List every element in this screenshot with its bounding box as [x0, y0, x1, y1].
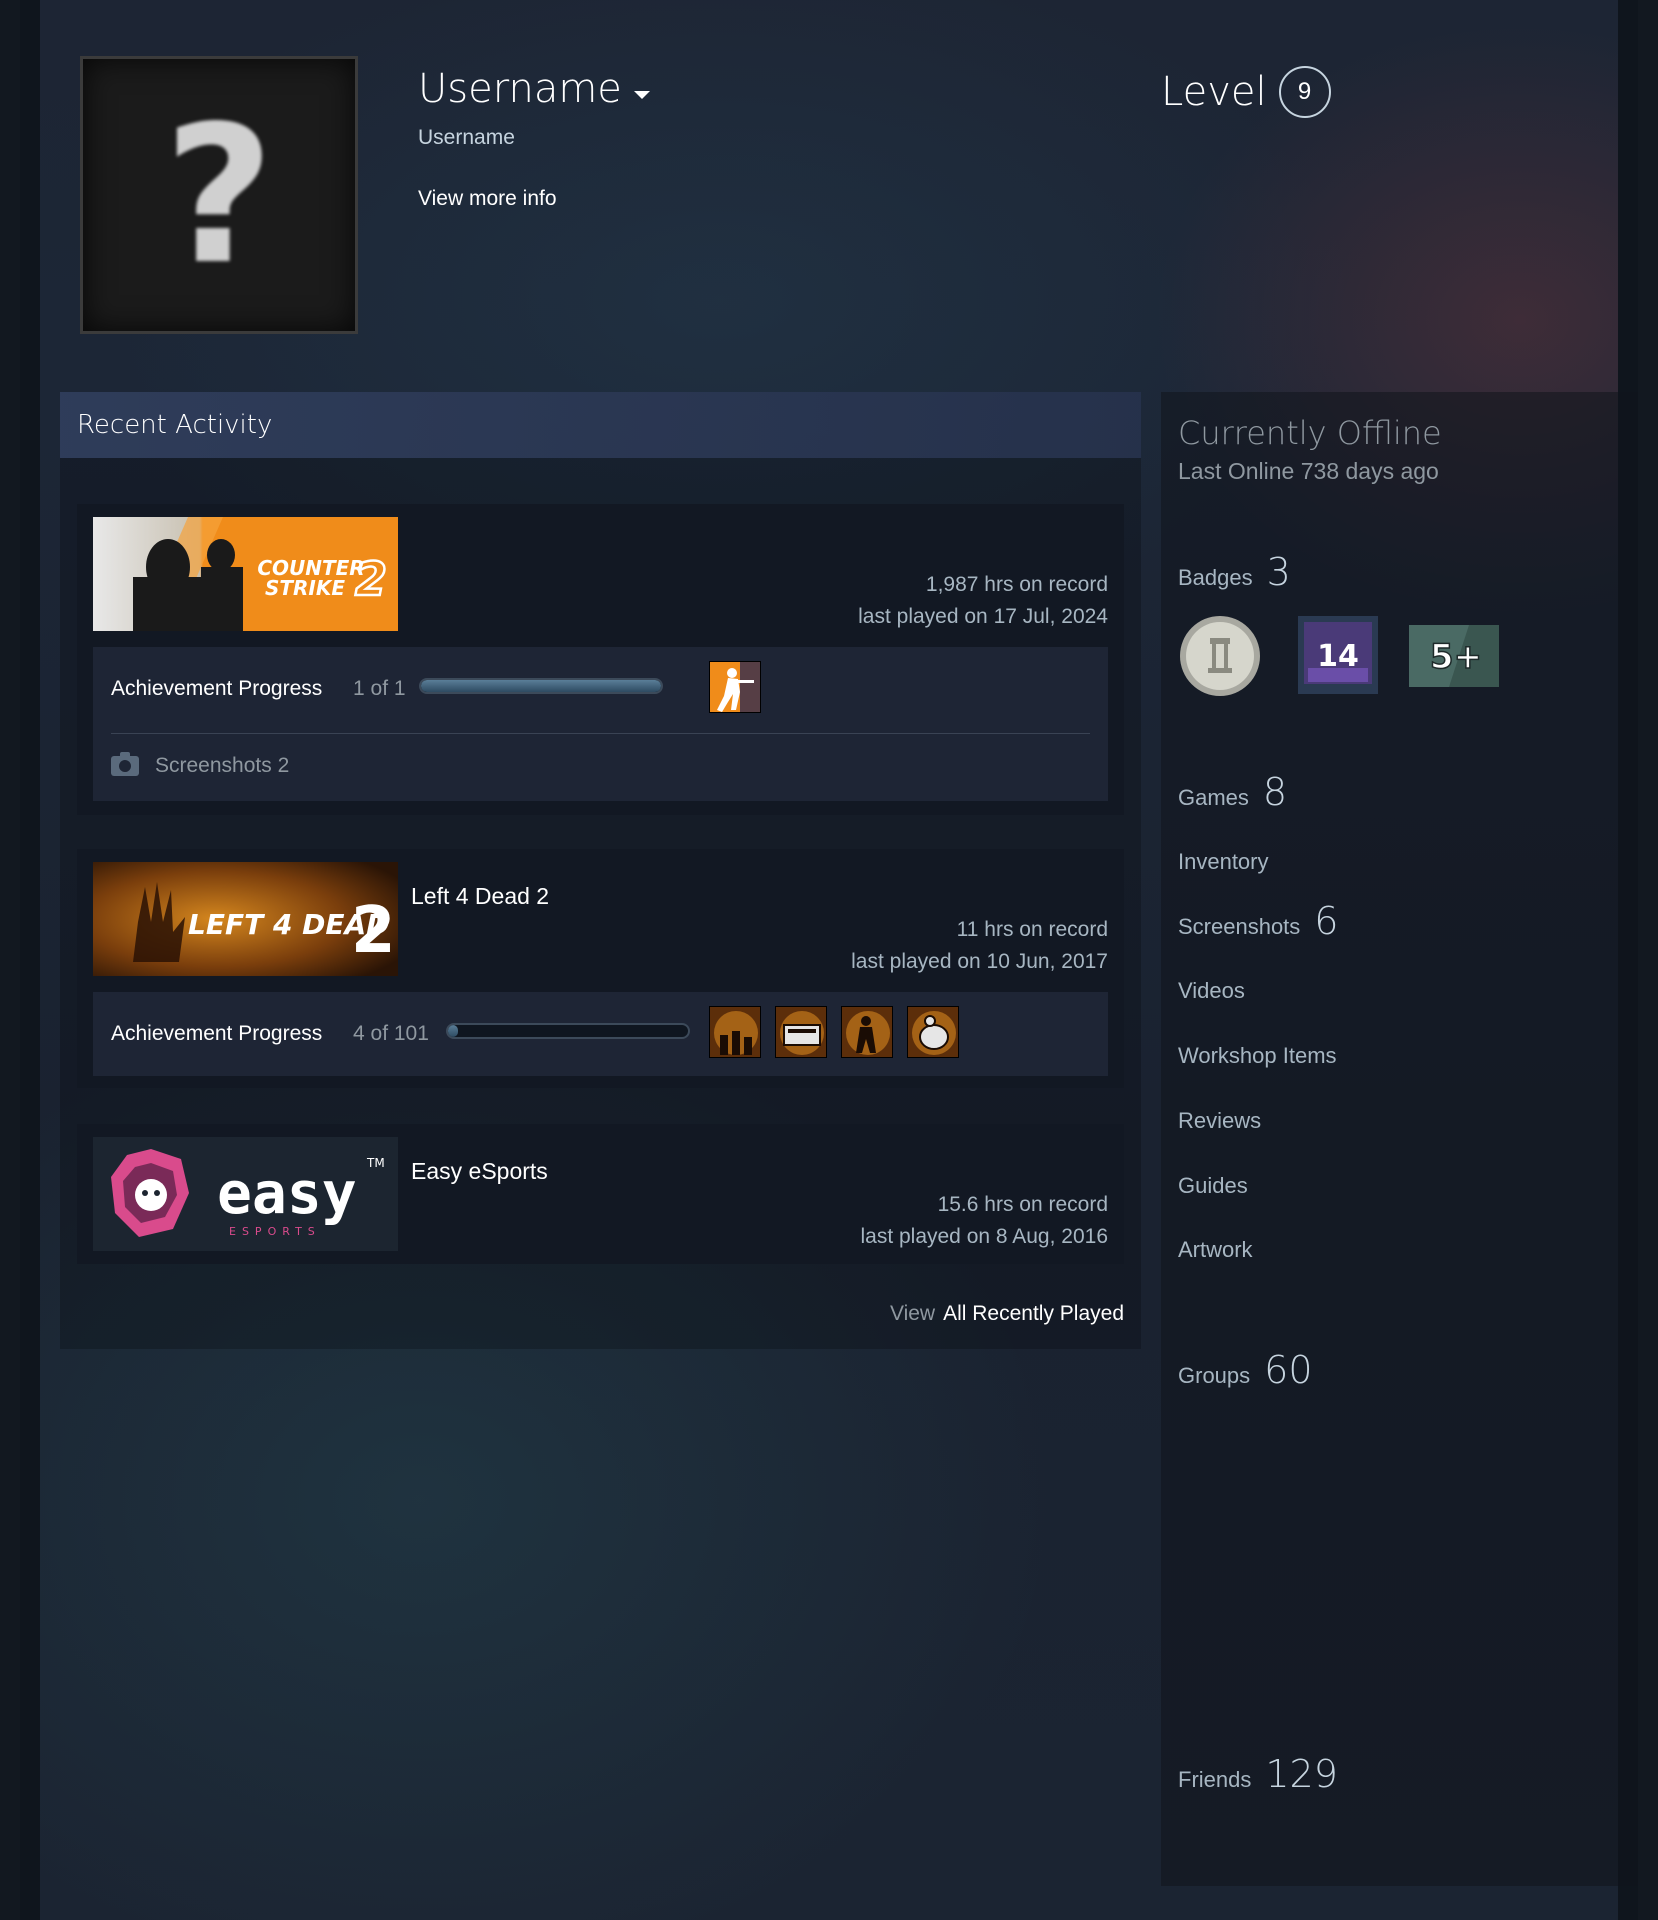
easy-esports-logo-icon: easy ESPORTS TM: [93, 1137, 398, 1251]
achievement-count: 4 of 101: [353, 1022, 429, 1045]
achievement-progress-fill: [421, 680, 661, 692]
badge-game-collector[interactable]: 5+: [1409, 625, 1499, 692]
badges-label: Badges: [1178, 565, 1253, 590]
cs2-logo-icon: COUNTER STRIKE 2: [93, 517, 398, 631]
profile-level: Level 9: [1161, 66, 1331, 118]
workshop-items-link[interactable]: Workshop Items: [1178, 1043, 1337, 1069]
game-card-easy-esports: easy ESPORTS TM Easy eSports 15.6 hrs on…: [77, 1124, 1124, 1264]
reviews-link[interactable]: Reviews: [1178, 1108, 1261, 1134]
l4d2-last-played: last played on 10 Jun, 2017: [851, 950, 1108, 973]
easy-esports-capsule-image[interactable]: easy ESPORTS TM: [93, 1137, 398, 1251]
years-badge-icon: 14: [1298, 616, 1378, 694]
friends-link[interactable]: Friends 129: [1178, 1752, 1338, 1796]
achievement-icon-3[interactable]: [841, 1006, 893, 1058]
online-status: Currently Offline: [1178, 414, 1442, 452]
pillar-coin-icon: [1180, 616, 1260, 696]
cs2-screenshots-link[interactable]: Screenshots 2: [111, 752, 290, 778]
truck-icon: [776, 1007, 826, 1057]
easy-logo-text: easy: [217, 1159, 357, 1227]
game-count-badge-text: 5+: [1430, 637, 1482, 677]
l4d2-logo-number: 2: [351, 894, 396, 968]
question-mark-icon: ?: [163, 84, 275, 306]
easy-esports-hours: 15.6 hrs on record: [937, 1193, 1108, 1216]
last-online: Last Online 738 days ago: [1178, 458, 1439, 484]
groups-link[interactable]: Groups 60: [1178, 1348, 1313, 1392]
groups-count: 60: [1264, 1348, 1313, 1392]
screenshots-link[interactable]: Screenshots 6: [1178, 899, 1338, 943]
easy-esports-title[interactable]: Easy eSports: [411, 1158, 548, 1185]
soldier-icon: [710, 662, 760, 712]
achievement-count: 1 of 1: [353, 677, 406, 700]
avatar[interactable]: ?: [80, 56, 358, 334]
friends-label: Friends: [1178, 1767, 1252, 1792]
inventory-link[interactable]: Inventory: [1178, 849, 1269, 875]
games-label: Games: [1178, 785, 1249, 810]
easy-logo-sub: ESPORTS: [229, 1225, 321, 1238]
l4d2-capsule-image[interactable]: LEFT 4 DEAD 2: [93, 862, 398, 976]
videos-link[interactable]: Videos: [1178, 978, 1245, 1004]
game-card-l4d2: LEFT 4 DEAD 2 Left 4 Dead 2 11 hrs on re…: [77, 849, 1124, 1088]
profile-sidebar: Currently Offline Last Online 738 days a…: [1161, 392, 1638, 1886]
achievement-icon-2[interactable]: [775, 1006, 827, 1058]
easy-esports-last-played: last played on 8 Aug, 2016: [860, 1225, 1108, 1248]
l4d2-hours: 11 hrs on record: [956, 918, 1108, 941]
achievement-progress-fill: [448, 1025, 458, 1037]
persona-name: Username: [418, 66, 622, 112]
achievement-progress-label: Achievement Progress: [111, 1022, 323, 1045]
chevron-down-icon: [633, 91, 650, 99]
screenshots-label: Screenshots 2: [155, 754, 290, 777]
achievement-progress-bar: [419, 678, 663, 694]
recent-activity-panel: Recent Activity COUNTER STRIKE 2 1,987 h…: [60, 392, 1141, 1349]
game-card-cs2: COUNTER STRIKE 2 1,987 hrs on record las…: [77, 504, 1124, 815]
games-count: 8: [1262, 770, 1288, 814]
view-all-recently-played-link[interactable]: View All Recently Played: [890, 1302, 1124, 1326]
all-recently-played-label: All Recently Played: [943, 1302, 1124, 1325]
cs2-logo-line2: STRIKE: [265, 576, 345, 600]
cs2-hours: 1,987 hrs on record: [925, 573, 1108, 596]
groups-label: Groups: [1178, 1363, 1251, 1388]
camera-icon: [111, 752, 139, 776]
real-name: Username: [418, 126, 515, 149]
l4d2-achievement-panel: Achievement Progress 4 of 101: [93, 992, 1108, 1076]
l4d2-logo-icon: LEFT 4 DEAD 2: [93, 862, 398, 976]
games-link[interactable]: Games 8: [1178, 770, 1287, 814]
guides-link[interactable]: Guides: [1178, 1173, 1248, 1199]
profile-page: ? Username Username View more info Level…: [20, 0, 1638, 1920]
screenshots-label: Screenshots: [1178, 914, 1301, 939]
years-badge-text: 14: [1317, 639, 1359, 674]
view-label: View: [889, 1302, 936, 1325]
achievement-divider: [111, 733, 1090, 734]
game-count-badge-icon: 5+: [1409, 625, 1499, 687]
badge-pillar[interactable]: [1178, 614, 1262, 703]
cs2-logo-number: 2: [355, 552, 387, 606]
badges-count: 3: [1266, 550, 1291, 594]
left-edge: [20, 0, 40, 1920]
easy-logo-tm: TM: [366, 1156, 385, 1170]
recent-activity-title: Recent Activity: [60, 392, 1141, 458]
special-infected-icon: [908, 1007, 958, 1057]
level-label: Level: [1161, 69, 1267, 115]
l4d2-title[interactable]: Left 4 Dead 2: [411, 883, 549, 910]
survivor-icon: [842, 1007, 892, 1057]
view-more-info-link[interactable]: View more info: [418, 187, 557, 211]
achievement-progress-label: Achievement Progress: [111, 677, 323, 700]
zombie-horde-icon: [710, 1007, 760, 1057]
cs2-capsule-image[interactable]: COUNTER STRIKE 2: [93, 517, 398, 631]
achievement-progress-bar: [446, 1023, 690, 1039]
persona-name-dropdown[interactable]: Username: [418, 66, 650, 112]
badges-link[interactable]: Badges 3: [1178, 550, 1291, 594]
level-badge[interactable]: 9: [1278, 66, 1331, 118]
achievement-icon-4[interactable]: [907, 1006, 959, 1058]
artwork-link[interactable]: Artwork: [1178, 1237, 1253, 1263]
cs2-last-played: last played on 17 Jul, 2024: [858, 605, 1108, 628]
achievement-icon-counter-terrorist[interactable]: [709, 661, 761, 713]
friends-count: 129: [1265, 1752, 1338, 1796]
badge-years-of-service[interactable]: 14: [1298, 616, 1378, 699]
achievement-icon-1[interactable]: [709, 1006, 761, 1058]
screenshots-count: 6: [1314, 899, 1339, 943]
cs2-achievement-panel: Achievement Progress 1 of 1 Screenshots …: [93, 647, 1108, 801]
